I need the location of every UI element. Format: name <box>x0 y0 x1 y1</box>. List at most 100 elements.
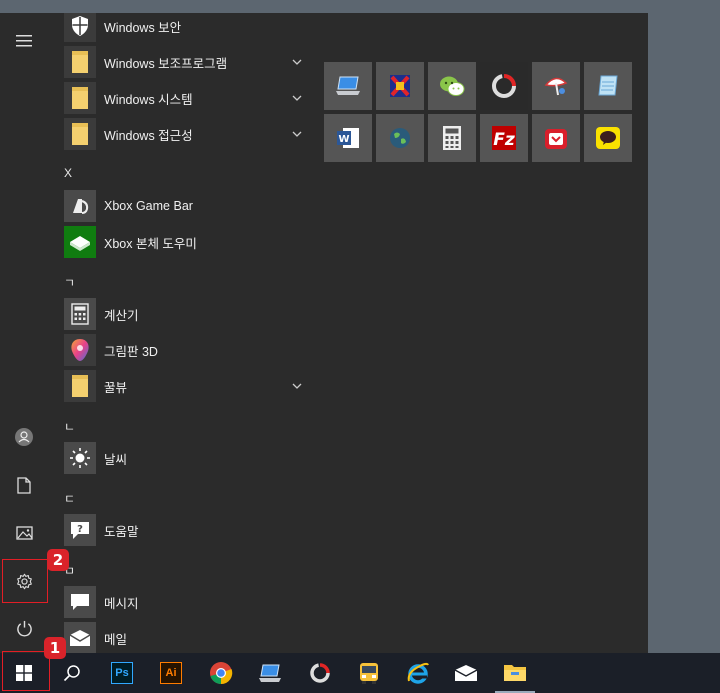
xbox-game-bar-icon <box>64 190 96 222</box>
app-item-mail[interactable]: 메일 <box>64 620 304 653</box>
taskbar-mail[interactable] <box>442 653 490 693</box>
app-item-windows-accessories[interactable]: Windows 보조프로그램 <box>64 44 304 80</box>
app-item-calculator[interactable]: 계산기 <box>64 296 304 332</box>
app-item-honeyview[interactable]: 꿀뷰 <box>64 368 304 404</box>
group-letter-digeut[interactable]: ㄷ <box>64 490 75 507</box>
app-label: 계산기 <box>104 308 139 323</box>
search-icon <box>63 665 80 682</box>
tile-satellite[interactable] <box>532 62 580 110</box>
tile-calculator[interactable] <box>428 114 476 162</box>
taskbar-file-explorer[interactable] <box>491 653 539 693</box>
tile-this-pc[interactable] <box>324 62 372 110</box>
globe-icon <box>390 128 410 148</box>
taskbar-bus-app[interactable] <box>345 653 393 693</box>
chevron-down-icon[interactable] <box>290 55 304 69</box>
app-item-messaging[interactable]: 메시지 <box>64 584 304 620</box>
app-item-xbox-game-bar[interactable]: Xbox Game Bar <box>64 188 304 224</box>
app-label: 꿀뷰 <box>104 380 128 395</box>
chevron-down-icon[interactable] <box>290 127 304 141</box>
bus-icon <box>360 663 378 684</box>
pictures-button[interactable] <box>0 510 48 556</box>
menu-icon <box>16 35 32 47</box>
calculator-icon <box>443 126 461 150</box>
chevron-down-icon[interactable] <box>290 91 304 105</box>
svg-text:W: W <box>338 134 349 145</box>
taskbar-internet-explorer[interactable] <box>394 653 442 693</box>
start-highlight-box <box>2 651 50 691</box>
taskbar: Ps Ai <box>0 653 720 693</box>
documents-button[interactable] <box>0 462 48 508</box>
power-icon <box>16 620 32 637</box>
power-button[interactable] <box>0 605 48 651</box>
satellite-icon <box>544 77 568 96</box>
tile-globe[interactable] <box>376 114 424 162</box>
app-label: 메일 <box>104 632 128 647</box>
weather-icon <box>64 442 96 474</box>
calculator-icon <box>64 298 96 330</box>
tile-notepad[interactable] <box>584 62 632 110</box>
search-button[interactable] <box>48 653 96 693</box>
messaging-icon <box>64 586 96 618</box>
start-menu: Windows 보안 Windows 보조프로그램 Windows 시스템 Wi… <box>0 13 648 653</box>
chevron-down-icon[interactable] <box>290 379 304 393</box>
app-list: Windows 보안 Windows 보조프로그램 Windows 시스템 Wi… <box>48 13 310 653</box>
taskbar-photoshop[interactable]: Ps <box>98 653 146 693</box>
step-badge-1: 1 <box>44 637 66 659</box>
tile-wechat[interactable] <box>428 62 476 110</box>
notepad-icon <box>598 75 618 96</box>
app-label: 그림판 3D <box>104 344 158 359</box>
word-icon: W <box>337 128 359 148</box>
wechat-icon <box>440 76 465 96</box>
folder-icon <box>64 46 96 78</box>
kakaotalk-icon <box>596 127 620 149</box>
app-item-windows-accessibility[interactable]: Windows 접근성 <box>64 116 304 152</box>
red-suitcase-icon <box>545 129 567 149</box>
mail-icon <box>454 665 478 681</box>
app-item-windows-security[interactable]: Windows 보안 <box>64 13 304 44</box>
app-label: Xbox 본체 도우미 <box>104 236 197 251</box>
start-rail <box>0 13 48 653</box>
folder-icon <box>64 118 96 150</box>
group-letter-x[interactable]: X <box>64 166 72 180</box>
illustrator-icon: Ai <box>160 662 182 684</box>
app-item-windows-system[interactable]: Windows 시스템 <box>64 80 304 116</box>
account-button[interactable] <box>0 414 48 460</box>
help-icon: ? <box>64 514 96 546</box>
tile-red-suitcase[interactable] <box>532 114 580 162</box>
filezilla-icon: Fz <box>492 126 516 150</box>
app-label: Windows 접근성 <box>104 128 193 143</box>
tile-kakaotalk[interactable] <box>584 114 632 162</box>
taskbar-chrome[interactable] <box>197 653 245 693</box>
explorer-icon <box>504 665 526 681</box>
group-letter-nieun[interactable]: ㄴ <box>64 418 75 435</box>
app-label: Windows 보안 <box>104 20 182 35</box>
taskbar-illustrator[interactable]: Ai <box>147 653 195 693</box>
app-item-xbox-console-companion[interactable]: Xbox 본체 도우미 <box>64 224 304 260</box>
app-label: 도움말 <box>104 524 139 539</box>
svg-text:?: ? <box>77 524 83 535</box>
red-app-icon <box>390 75 410 97</box>
app-item-get-help[interactable]: ? 도움말 <box>64 512 304 548</box>
paint3d-icon <box>64 334 96 366</box>
expand-menu-button[interactable] <box>0 18 48 64</box>
app-label: Windows 시스템 <box>104 92 193 107</box>
app-item-weather[interactable]: 날씨 <box>64 440 304 476</box>
photoshop-icon: Ps <box>111 662 133 684</box>
app-label: Windows 보조프로그램 <box>104 56 228 71</box>
settings-highlight-box <box>2 559 48 603</box>
illustrator-label: Ai <box>165 667 177 679</box>
step-badge-2: 2 <box>47 549 69 571</box>
taskbar-circle-app[interactable] <box>296 653 344 693</box>
this-pc-icon <box>336 76 360 95</box>
laptop-icon <box>259 664 281 682</box>
taskbar-this-pc[interactable] <box>246 653 294 693</box>
tile-red-app[interactable] <box>376 62 424 110</box>
tile-filezilla[interactable]: Fz <box>480 114 528 162</box>
circle-app-icon <box>310 663 330 683</box>
folder-icon <box>64 82 96 114</box>
tile-word[interactable]: W <box>324 114 372 162</box>
tile-circle-app[interactable] <box>480 62 528 110</box>
group-letter-giyeok[interactable]: ㄱ <box>64 274 75 291</box>
app-item-paint-3d[interactable]: 그림판 3D <box>64 332 304 368</box>
circle-app-icon <box>492 74 516 98</box>
